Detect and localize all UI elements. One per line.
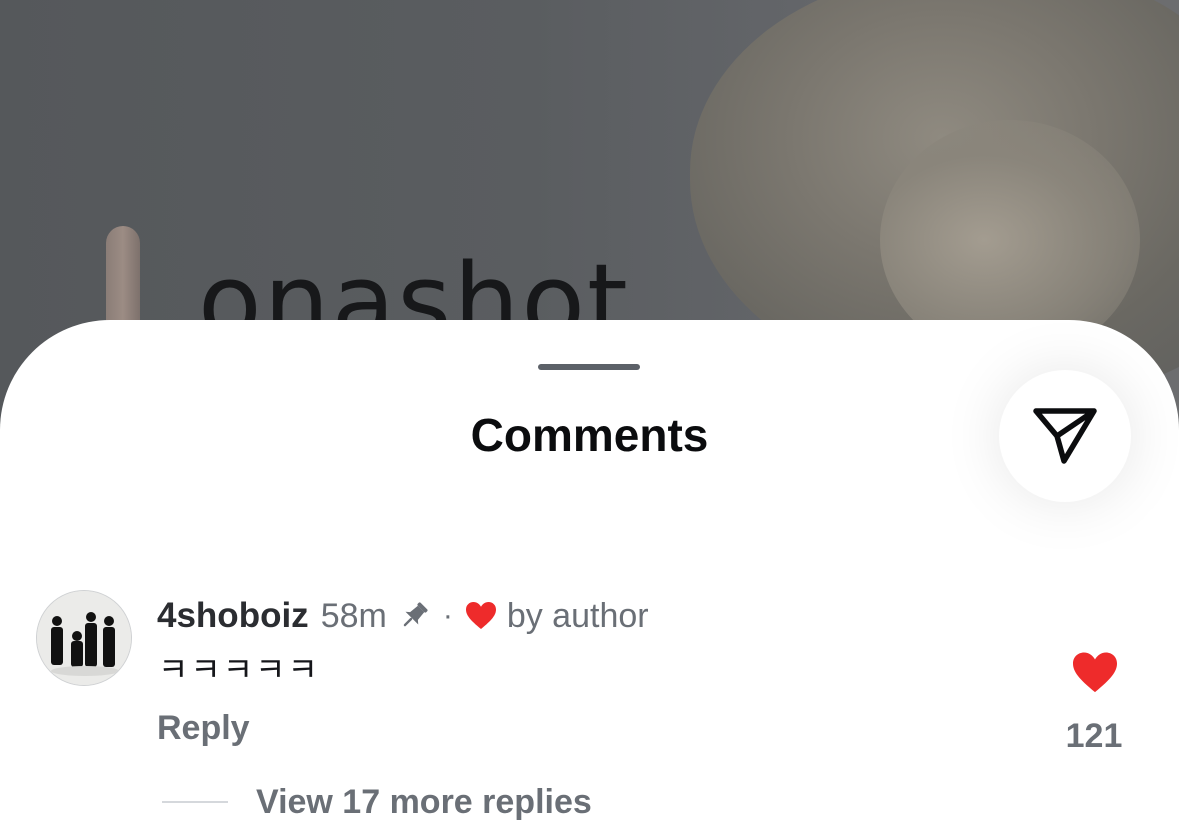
reply-button[interactable]: Reply [157, 708, 250, 748]
sheet-grabber[interactable] [538, 364, 640, 370]
like-button[interactable] [1068, 646, 1122, 700]
comment-text: ㅋㅋㅋㅋㅋ [158, 650, 320, 689]
heart-icon [1073, 652, 1117, 693]
comment-meta: 4shoboiz 58m · by author [157, 594, 649, 638]
comments-sheet: Comments 4shoboiz 58m · by author ㅋㅋㅋㅋㅋ … [0, 320, 1179, 830]
replies-divider [162, 801, 228, 803]
view-replies-row[interactable]: View 17 more replies [162, 782, 592, 822]
like-count: 121 [1065, 717, 1123, 755]
pin-icon [397, 599, 431, 633]
meta-separator: · [442, 599, 453, 632]
view-replies-button[interactable]: View 17 more replies [256, 783, 592, 822]
comment-username[interactable]: 4shoboiz [157, 596, 309, 636]
send-icon [1033, 408, 1097, 464]
comment-time: 58m [320, 596, 387, 635]
author-heart-icon [465, 601, 497, 631]
avatar-image [37, 591, 131, 685]
screen: onashot Comments 4shoboiz 58m · by autho… [0, 0, 1179, 830]
author-like-badge: by author [506, 596, 649, 635]
avatar[interactable] [36, 590, 132, 686]
share-button[interactable] [999, 370, 1131, 502]
